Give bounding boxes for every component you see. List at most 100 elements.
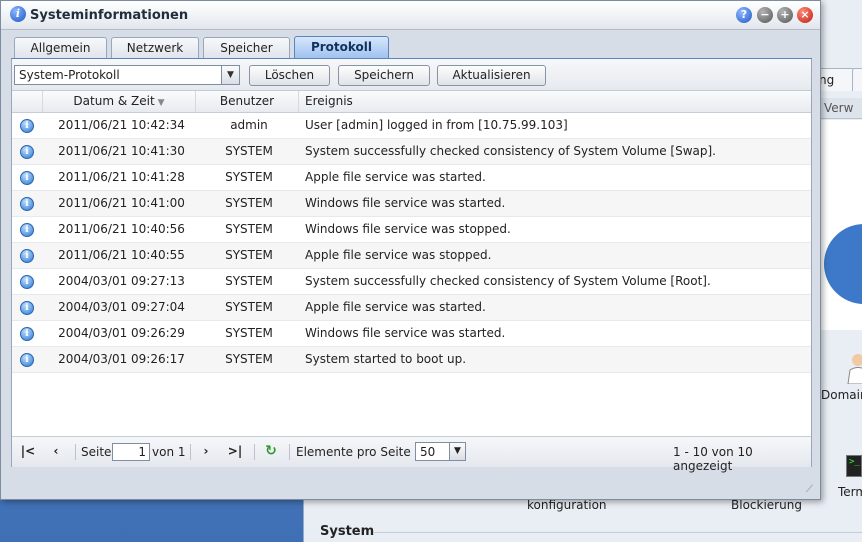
row-date: 2011/06/21 10:40:55 [58, 248, 185, 262]
pager-divider [254, 444, 255, 460]
per-page-value: 50 [420, 445, 436, 459]
page-label: Seite [81, 445, 112, 459]
row-date: 2011/06/21 10:40:56 [58, 222, 185, 236]
row-date: 2004/03/01 09:26:29 [58, 326, 185, 340]
row-event: Apple file service was started. [305, 300, 486, 314]
row-user: admin [230, 118, 268, 132]
info-icon: i [20, 197, 34, 211]
log-type-select[interactable]: System-Protokoll ▼ [14, 65, 240, 85]
tab-protokoll[interactable]: Protokoll [294, 36, 389, 59]
row-date: 2004/03/01 09:26:17 [58, 352, 185, 366]
row-user: SYSTEM [225, 326, 273, 340]
background-tab-label: ng [819, 73, 835, 87]
row-event: Windows file service was started. [305, 326, 506, 340]
column-event[interactable]: Ereignis [298, 91, 811, 112]
row-user: SYSTEM [225, 144, 273, 158]
pager-divider [190, 444, 191, 460]
save-button[interactable]: Speichern [338, 65, 430, 86]
maximize-button[interactable]: + [777, 7, 793, 23]
user-icon[interactable] [846, 350, 862, 384]
resize-handle-icon[interactable]: ⟋ [806, 485, 816, 495]
chevron-down-icon[interactable]: ▼ [449, 443, 465, 460]
row-event: Apple file service was stopped. [305, 248, 492, 262]
pager-divider [75, 444, 76, 460]
table-row[interactable]: i 2004/03/01 09:27:04 SYSTEM Apple file ser… [12, 295, 811, 321]
row-event: Apple file service was started. [305, 170, 486, 184]
window-title: Systeminformationen [30, 8, 189, 23]
terminal-icon[interactable]: >_ [846, 455, 862, 477]
info-icon: i [20, 275, 34, 289]
info-icon: i [20, 171, 34, 185]
row-user: SYSTEM [225, 300, 273, 314]
column-date[interactable]: Datum & Zeit ▼ [42, 91, 195, 112]
table-row[interactable]: i 2004/03/01 09:27:13 SYSTEM System success… [12, 269, 811, 295]
row-user: SYSTEM [225, 248, 273, 262]
info-icon: i [20, 223, 34, 237]
delete-button[interactable]: Löschen [249, 65, 330, 86]
tab-netzwerk[interactable]: Netzwerk [111, 37, 199, 58]
row-date: 2011/06/21 10:42:34 [58, 118, 185, 132]
log-toolbar: System-Protokoll ▼ Löschen Speichern Akt… [12, 59, 811, 91]
table-row[interactable]: i 2004/03/01 09:26:17 SYSTEM System started… [12, 347, 811, 373]
info-icon: i [20, 249, 34, 263]
pagination-bar: |< ‹ Seite 1 von 1 › >| ↻ Elemente pro S… [12, 436, 811, 473]
row-event: System started to boot up. [305, 352, 467, 366]
blocking-label: Blockierung [731, 498, 802, 512]
close-button[interactable]: × [797, 7, 813, 23]
table-row[interactable]: i 2011/06/21 10:42:34 admin User [admin] lo… [12, 113, 811, 139]
column-user[interactable]: Benutzer [195, 91, 298, 112]
row-user: SYSTEM [225, 352, 273, 366]
background-tab-2[interactable] [852, 68, 862, 91]
row-date: 2011/06/21 10:41:00 [58, 196, 185, 210]
domain-label: Domain [821, 388, 862, 402]
row-date: 2011/06/21 10:41:30 [58, 144, 185, 158]
page-summary: 1 - 10 von 10 angezeigt [673, 445, 753, 473]
page-total-label: von 1 [152, 445, 186, 459]
info-icon: i [10, 6, 26, 22]
row-event: System successfully checked consistency … [305, 274, 711, 288]
section-system-title: System [320, 524, 375, 539]
help-button[interactable]: ? [736, 7, 752, 23]
table-row[interactable]: i 2011/06/21 10:40:56 SYSTEM Windows file s… [12, 217, 811, 243]
first-page-icon[interactable]: |< [20, 443, 36, 459]
row-date: 2011/06/21 10:41:28 [58, 170, 185, 184]
row-date: 2004/03/01 09:27:04 [58, 300, 185, 314]
refresh-icon[interactable]: ↻ [263, 443, 279, 459]
next-page-icon[interactable]: › [198, 443, 214, 459]
row-user: SYSTEM [225, 274, 273, 288]
info-icon: i [20, 119, 34, 133]
refresh-button[interactable]: Aktualisieren [437, 65, 546, 86]
row-event: System successfully checked consistency … [305, 144, 716, 158]
table-row[interactable]: i 2004/03/01 09:26:29 SYSTEM Windows file s… [12, 321, 811, 347]
configuration-label: konfiguration [527, 498, 607, 512]
background-column-header: Verw [820, 98, 862, 119]
sort-desc-icon: ▼ [157, 98, 165, 108]
table-row[interactable]: i 2011/06/21 10:40:55 SYSTEM Apple file ser… [12, 243, 811, 269]
table-row[interactable]: i 2011/06/21 10:41:30 SYSTEM System success… [12, 139, 811, 165]
column-user-label: Benutzer [219, 94, 275, 108]
pager-divider [289, 444, 290, 460]
chevron-down-icon[interactable]: ▼ [221, 66, 239, 84]
section-divider [374, 532, 862, 533]
row-user: SYSTEM [225, 170, 273, 184]
system-info-window: i Systeminformationen ? − + × Allgemein … [0, 0, 821, 500]
tab-allgemein[interactable]: Allgemein [14, 37, 107, 58]
column-event-label: Ereignis [305, 94, 353, 108]
info-icon: i [20, 301, 34, 315]
table-row[interactable]: i 2011/06/21 10:41:28 SYSTEM Apple file ser… [12, 165, 811, 191]
log-type-value: System-Protokoll [19, 68, 120, 82]
table-row[interactable]: i 2011/06/21 10:41:00 SYSTEM Windows file s… [12, 191, 811, 217]
title-bar[interactable]: i Systeminformationen ? − + × [1, 1, 820, 30]
table-header: Datum & Zeit ▼ Benutzer Ereignis [12, 91, 811, 113]
page-input[interactable]: 1 [112, 443, 150, 461]
last-page-icon[interactable]: >| [227, 443, 243, 459]
prev-page-icon[interactable]: ‹ [48, 443, 64, 459]
minimize-button[interactable]: − [757, 7, 773, 23]
per-page-select[interactable]: 50 ▼ [415, 442, 466, 461]
log-panel: System-Protokoll ▼ Löschen Speichern Akt… [11, 59, 812, 473]
background-header-label: Verw [824, 101, 854, 115]
row-user: SYSTEM [225, 196, 273, 210]
column-date-label: Datum & Zeit [73, 94, 155, 108]
tab-speicher[interactable]: Speicher [203, 37, 290, 58]
per-page-label: Elemente pro Seite : [296, 445, 419, 459]
